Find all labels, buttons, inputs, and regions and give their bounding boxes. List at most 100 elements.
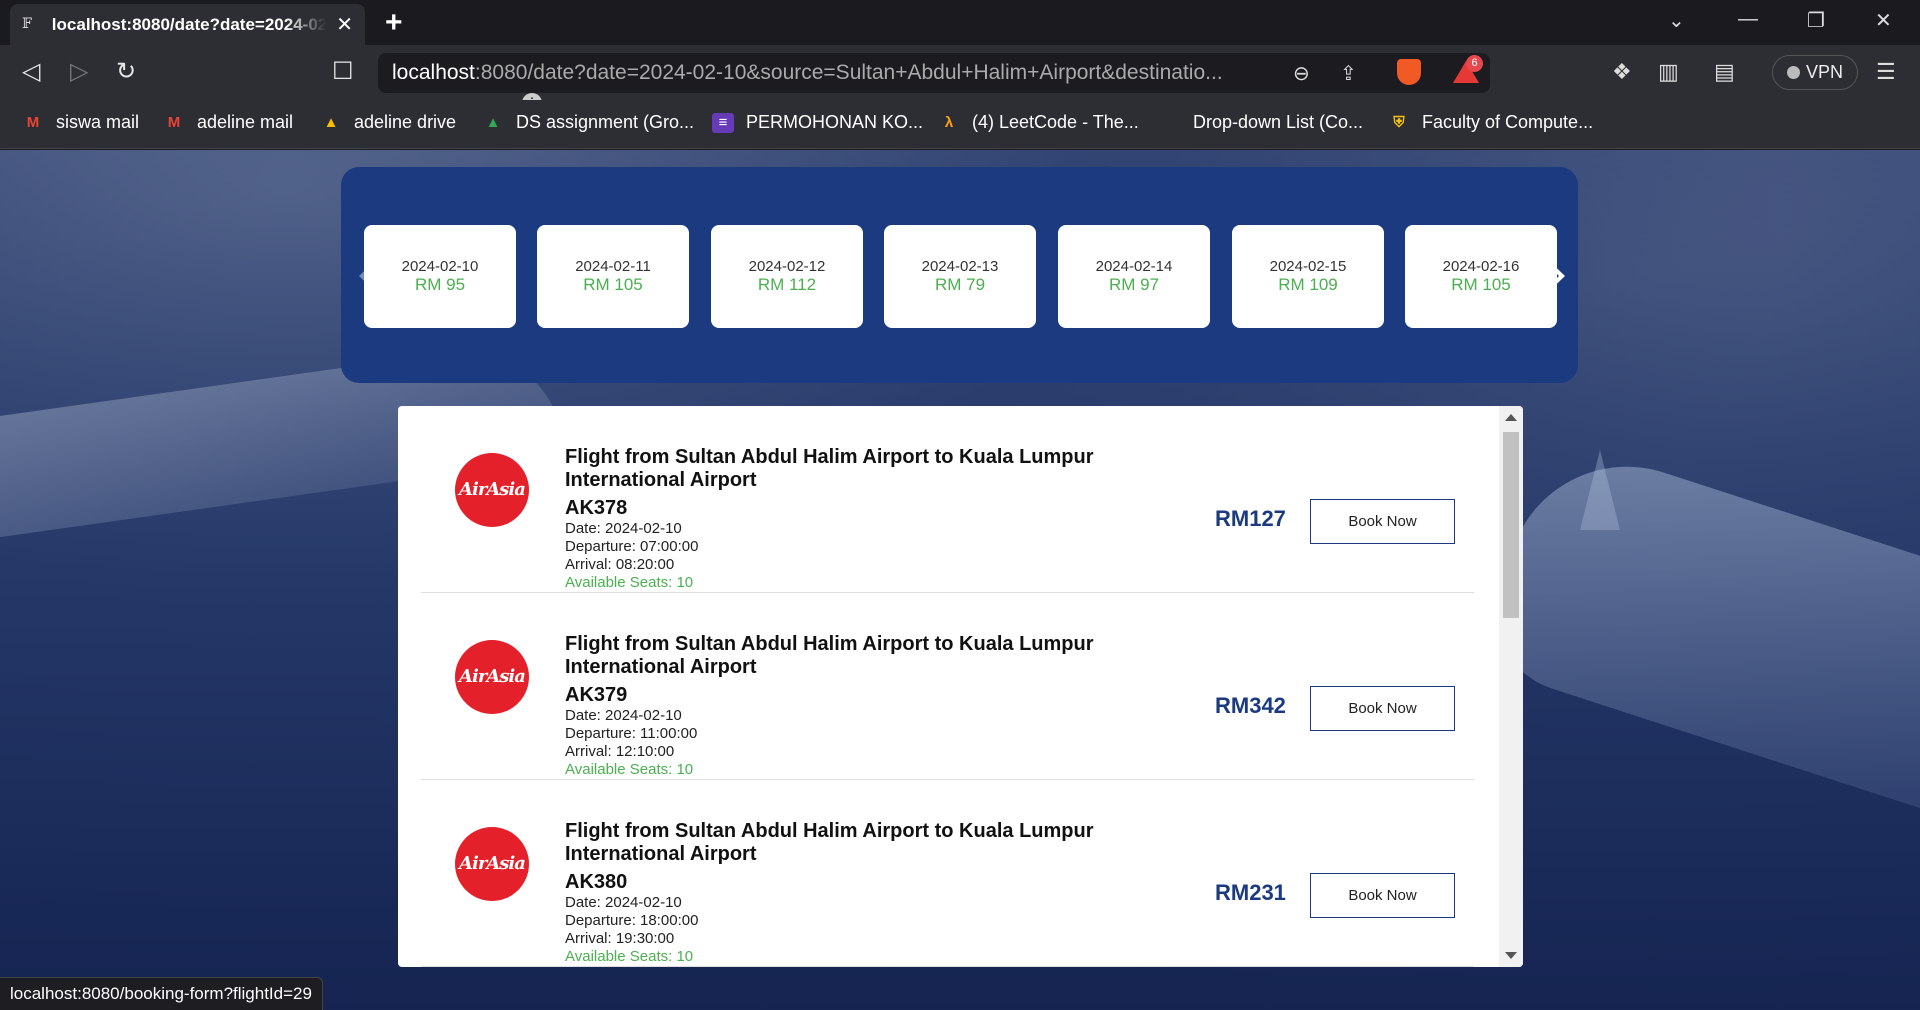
flight-code: AK378 [565, 497, 628, 519]
flight-row: AirAsia Flight from Sultan Abdul Halim A… [421, 780, 1474, 967]
flight-seats: Available Seats: 10 [565, 948, 694, 965]
date-card-price: RM 105 [583, 275, 643, 294]
restore-window-icon[interactable]: ❐ [1807, 8, 1825, 33]
bookmark-label: (4) LeetCode - The... [972, 112, 1139, 132]
scrollbar-thumb[interactable] [1503, 432, 1519, 618]
back-icon[interactable]: ◁ [22, 57, 40, 86]
date-card[interactable]: 2024-02-11 RM 105 [537, 225, 689, 328]
bookmark-label: adeline mail [197, 112, 294, 132]
date-card[interactable]: 2024-02-10 RM 95 [364, 225, 516, 328]
date-card-date: 2024-02-11 [575, 258, 651, 275]
flight-route: Flight from Sultan Abdul Halim Airport t… [565, 820, 1094, 865]
flight-price: RM127 [1215, 506, 1286, 531]
date-card[interactable]: 2024-02-13 RM 79 [884, 225, 1036, 328]
flight-info: Flight from Sultan Abdul Halim Airport t… [565, 446, 1125, 592]
background-airplane-body [1475, 435, 1920, 825]
bookmark-faculty[interactable]: ⛨ Faculty of Compute... [1388, 112, 1593, 133]
bookmark-label: Drop-down List (Co... [1193, 112, 1364, 132]
date-card-price: RM 105 [1451, 275, 1511, 294]
address-bar[interactable]: i localhost :8080/date?date=2024-02-10&s… [378, 53, 1490, 113]
page-favicon-icon: 𝔽 [22, 15, 32, 32]
scroll-up-icon[interactable] [1505, 414, 1517, 421]
airasia-logo-icon: AirAsia [455, 640, 529, 714]
date-card-price: RM 112 [757, 275, 817, 294]
date-card[interactable]: 2024-02-14 RM 97 [1058, 225, 1210, 328]
flight-row: AirAsia Flight from Sultan Abdul Halim A… [421, 406, 1474, 593]
bookmark-leetcode[interactable]: λ (4) LeetCode - The... [938, 112, 1139, 133]
sidebar-icon[interactable]: ▥ [1658, 59, 1679, 85]
bookmark-icon[interactable]: ☐ [332, 57, 354, 86]
date-card[interactable]: 2024-02-16 RM 105 [1405, 225, 1557, 328]
book-now-button[interactable]: Book Now [1310, 686, 1455, 731]
airasia-logo-icon: AirAsia [455, 453, 529, 527]
date-card-date: 2024-02-16 [1442, 258, 1520, 275]
gmail-icon: M [167, 113, 181, 131]
brave-shields-icon[interactable] [1397, 59, 1421, 85]
date-card-date: 2024-02-15 [1269, 258, 1347, 275]
page-content: 2024-02-10 RM 95 2024-02-11 RM 105 2024-… [0, 150, 1920, 1010]
date-card[interactable]: 2024-02-15 RM 109 [1232, 225, 1384, 328]
flight-info: Flight from Sultan Abdul Halim Airport t… [565, 820, 1125, 966]
vpn-button[interactable]: VPN [1772, 55, 1858, 90]
tab-title: localhost:8080/date?date=2024-02-10&sour… [51, 14, 327, 34]
flight-code: AK380 [565, 871, 628, 893]
reload-icon[interactable]: ↻ [116, 57, 136, 86]
vpn-label: VPN [1805, 62, 1843, 82]
share-icon[interactable]: ⇪ [1340, 61, 1357, 86]
google-drive-icon: ▲ [323, 113, 339, 131]
date-card-price: RM 97 [1108, 275, 1160, 294]
bookmark-permohonan[interactable]: ≡ PERMOHONAN KO... [712, 112, 923, 133]
extensions-icon[interactable]: ❖ [1612, 59, 1632, 85]
active-tab[interactable]: 𝔽 localhost:8080/date?date=2024-02-10&so… [10, 4, 365, 45]
carousel-next-icon[interactable] [1537, 249, 1571, 303]
date-card-price: RM 95 [414, 275, 466, 294]
zoom-icon[interactable]: ⊖ [1293, 61, 1310, 86]
flight-arrival: Arrival: 12:10:00 [565, 743, 675, 760]
bookmark-adeline-drive[interactable]: ▲ adeline drive [320, 112, 457, 133]
flight-arrival: Arrival: 19:30:00 [565, 930, 675, 947]
bookmark-label: Faculty of Compute... [1422, 112, 1594, 132]
book-now-button[interactable]: Book Now [1310, 499, 1455, 544]
browser-tab-bar: 𝔽 localhost:8080/date?date=2024-02-10&so… [0, 0, 1920, 45]
flight-departure: Departure: 11:00:00 [565, 725, 698, 742]
flight-departure: Departure: 07:00:00 [565, 538, 699, 555]
date-card-date: 2024-02-10 [401, 258, 479, 275]
bookmarks-bar: M siswa mail M adeline mail ▲ adeline dr… [0, 100, 1920, 149]
date-card[interactable]: 2024-02-12 RM 112 [711, 225, 863, 328]
date-card-date: 2024-02-14 [1095, 258, 1173, 275]
bookmark-adeline-mail[interactable]: M adeline mail [163, 112, 293, 133]
menu-icon[interactable]: ☰ [1876, 59, 1896, 85]
flight-list-scrollbar[interactable] [1499, 406, 1523, 967]
bookmark-dropdown-list[interactable]: Drop-down List (Co... [1193, 112, 1363, 133]
bookmark-label: PERMOHONAN KO... [746, 112, 924, 132]
flight-route: Flight from Sultan Abdul Halim Airport t… [565, 446, 1094, 491]
airasia-logo-icon: AirAsia [455, 827, 529, 901]
book-now-button[interactable]: Book Now [1310, 873, 1455, 918]
date-card-price: RM 79 [934, 275, 986, 294]
rewards-badge: 6 [1466, 55, 1483, 72]
date-card-price: RM 109 [1278, 275, 1338, 294]
bookmark-ds-assignment[interactable]: ▲ DS assignment (Gro... [482, 112, 695, 133]
minimize-icon[interactable]: — [1738, 8, 1758, 31]
flight-date: Date: 2024-02-10 [565, 707, 682, 724]
gmail-icon: M [26, 113, 40, 131]
faculty-crest-icon: ⛨ [1393, 113, 1405, 131]
vpn-status-icon [1786, 66, 1800, 79]
new-tab-button[interactable]: + [385, 6, 403, 40]
scroll-down-icon[interactable] [1505, 952, 1517, 959]
link-status-bar: localhost:8080/booking-form?flightId=29 [0, 977, 323, 1010]
close-window-icon[interactable]: ✕ [1875, 8, 1892, 33]
flight-seats: Available Seats: 10 [565, 574, 694, 591]
flight-seats: Available Seats: 10 [565, 761, 694, 778]
flight-date: Date: 2024-02-10 [565, 894, 682, 911]
tab-close-icon[interactable]: ✕ [336, 12, 353, 37]
bookmark-siswa-mail[interactable]: M siswa mail [22, 112, 139, 133]
url-path: :8080/date?date=2024-02-10&source=Sultan… [474, 61, 1223, 84]
bookmark-label: DS assignment (Gro... [516, 112, 695, 132]
flight-arrival: Arrival: 08:20:00 [565, 556, 675, 573]
tab-search-chevron-icon[interactable]: ⌄ [1668, 8, 1685, 33]
flight-price: RM342 [1215, 693, 1286, 718]
flight-list: AirAsia Flight from Sultan Abdul Halim A… [398, 406, 1523, 967]
wallet-icon[interactable]: ▤ [1714, 59, 1735, 85]
forward-icon[interactable]: ▷ [70, 57, 88, 86]
